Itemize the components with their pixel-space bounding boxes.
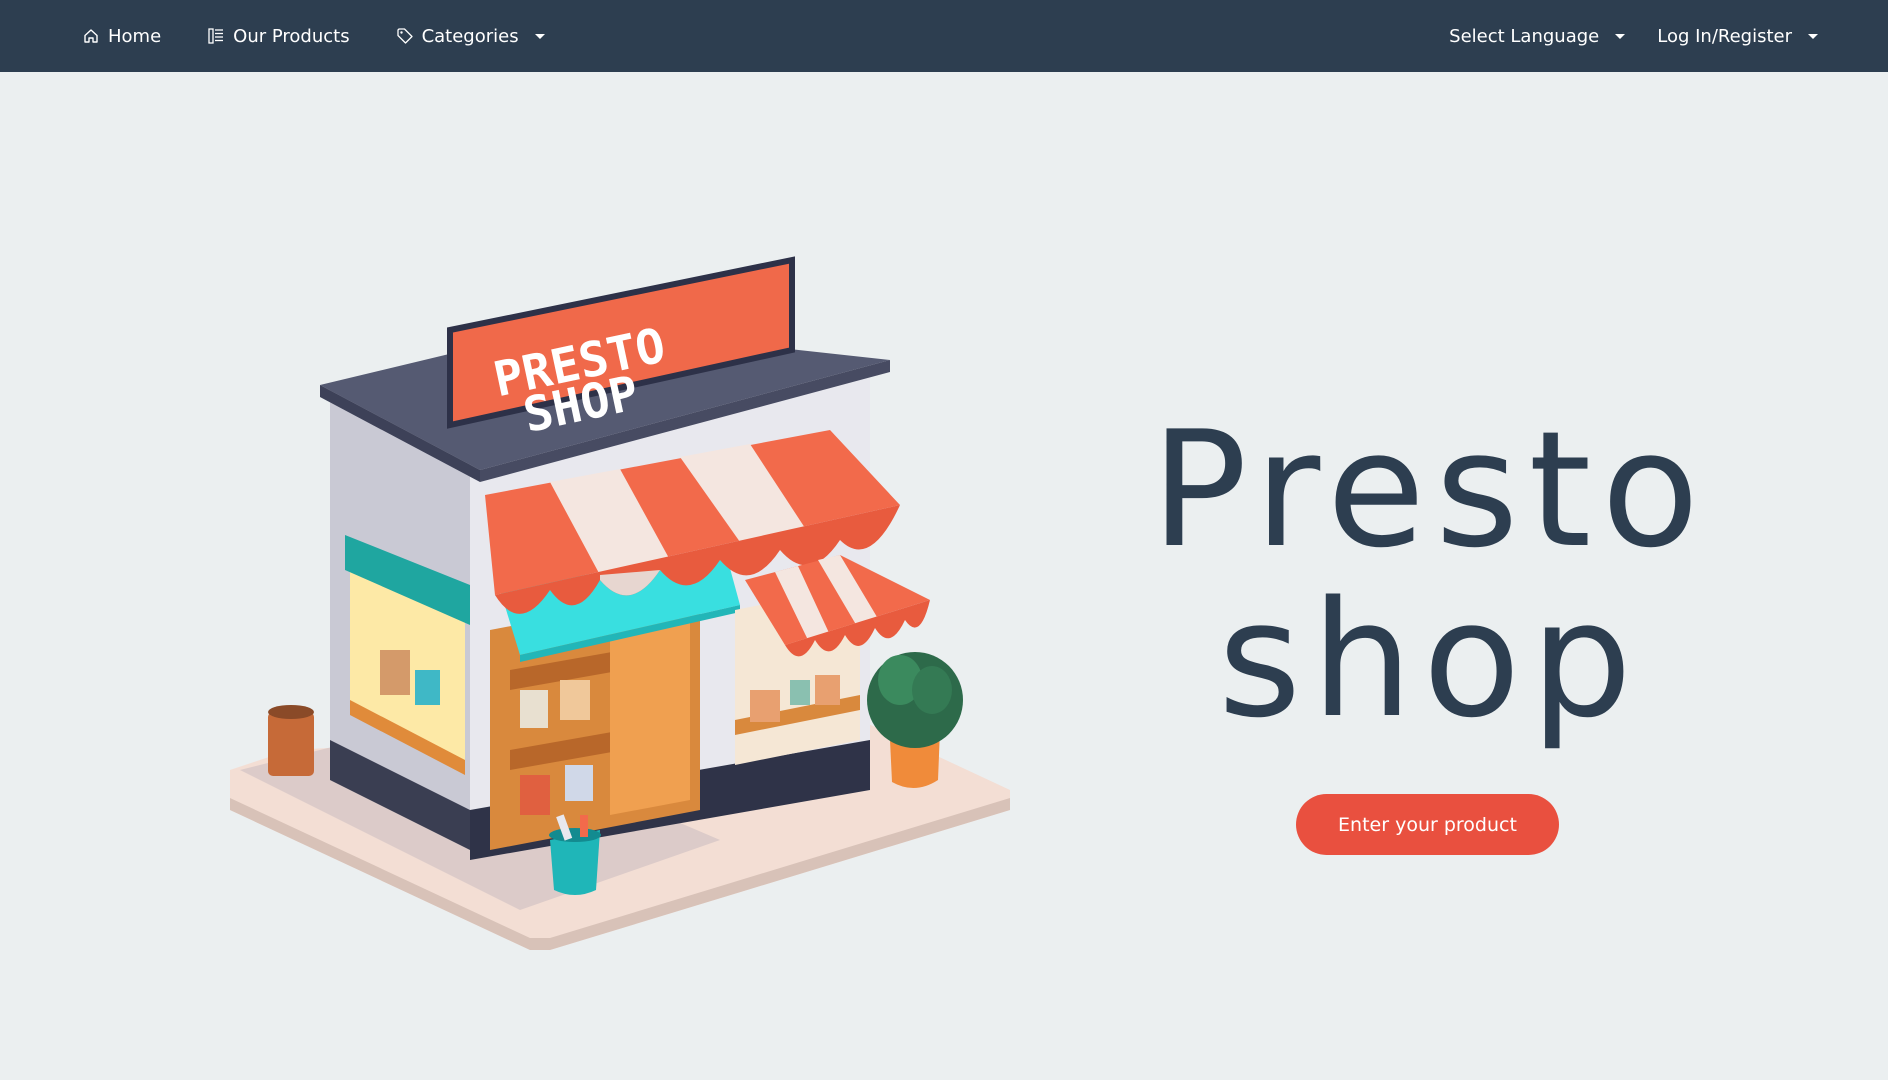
list-icon (207, 27, 225, 45)
chevron-down-icon (1615, 33, 1626, 39)
nav-home-label: Home (108, 25, 162, 47)
chevron-down-icon (534, 33, 545, 39)
hero-title-line1: Presto (1150, 396, 1710, 583)
account-dropdown[interactable]: Log In/Register (1657, 26, 1818, 47)
nav-products-label: Our Products (233, 25, 350, 47)
home-icon (82, 27, 100, 45)
nav-products-link[interactable]: Our Products (207, 25, 350, 47)
language-dropdown[interactable]: Select Language (1449, 25, 1626, 47)
top-navbar: Home Our Products Categories Select Lang… (0, 0, 1888, 72)
nav-categories-dropdown[interactable]: Categories (396, 26, 545, 47)
nav-categories-label: Categories (421, 25, 519, 47)
nav-home-link[interactable]: Home (82, 26, 161, 47)
tag-icon (396, 27, 414, 45)
chevron-down-icon (1808, 33, 1818, 39)
hero-title-line2: shop (1217, 566, 1643, 753)
account-label: Log In/Register (1657, 25, 1792, 47)
shop-illustration: PRESTO SHOP (220, 250, 1020, 960)
nav-left-group: Home Our Products Categories (82, 26, 591, 47)
nav-right-group: Select Language Log In/Register (1417, 26, 1818, 47)
enter-product-button[interactable]: Enter your product (1296, 794, 1559, 855)
hero-title: Presto shop (1140, 405, 1720, 745)
language-label: Select Language (1449, 25, 1600, 47)
